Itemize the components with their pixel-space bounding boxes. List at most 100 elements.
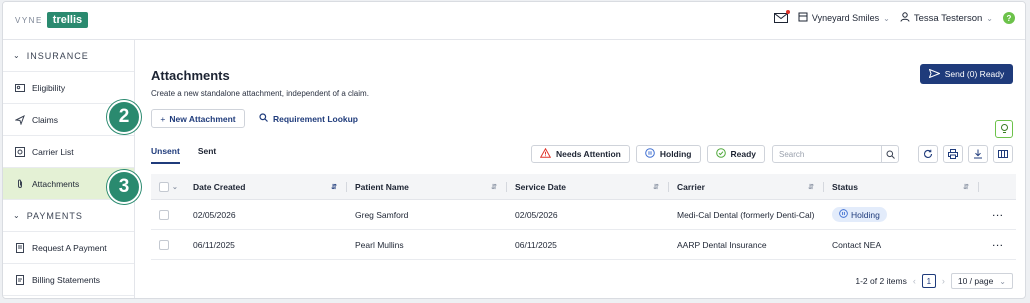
practice-name: Vyneyard Smiles [811,13,880,23]
column-label: Date Created [193,181,246,192]
column-header-service-date[interactable]: Service Date ⇵ [507,174,669,199]
page-size-select[interactable]: 10 / page ⌄ [950,273,1013,289]
row-checkbox[interactable] [159,209,169,220]
top-bar: VYNE trellis Vyneyard Smiles ⌄ Tessa Tes… [3,2,1025,40]
status-tabs: Unsent Sent [151,146,216,164]
page-title: Attachments [151,68,230,83]
user-icon [900,12,910,24]
more-icon[interactable]: ··· [979,230,1016,259]
chevron-left-icon[interactable]: ‹ [913,276,916,286]
send-ready-label: Send (0) Ready [944,69,1005,79]
requirement-lookup-label: Requirement Lookup [273,113,359,124]
row-select-cell [151,230,185,259]
pause-icon [645,148,655,160]
chevron-down-icon: ⌄ [999,276,1006,286]
filter-label: Ready [730,149,757,159]
table-row[interactable]: 02/05/2026 Greg Samford 02/05/2026 Medi-… [151,200,1016,230]
attachments-table: ⌄ Date Created ⇵ Patient Name ⇵ Service … [151,174,1016,260]
sidebar: ⌄ INSURANCE Eligibility Claims Carrier L… [3,40,135,298]
search-field[interactable]: Search [772,145,899,163]
check-circle-icon [715,148,726,160]
requirement-lookup-link[interactable]: Requirement Lookup [259,113,358,124]
sort-icon[interactable]: ⇵ [808,183,814,191]
search-icon[interactable] [881,146,898,162]
cell-service-date: 06/11/2025 [515,239,557,250]
sort-icon[interactable]: ⇵ [331,183,337,191]
column-label: Status [832,181,858,192]
sidebar-section-insurance[interactable]: ⌄ INSURANCE [3,40,134,72]
chevron-right-icon[interactable]: › [942,276,945,286]
column-header-patient-name[interactable]: Patient Name ⇵ [347,174,507,199]
user-menu[interactable]: Tessa Testerson ⌄ [900,12,993,24]
building-icon [798,12,808,24]
sidebar-item-billing-statements[interactable]: Billing Statements [3,264,134,296]
help-icon[interactable]: ? [1003,12,1015,24]
refresh-icon[interactable] [918,145,938,163]
print-icon[interactable] [943,145,963,163]
plus-icon: + [160,113,166,124]
cell-date-created: 02/05/2026 [193,209,236,220]
main-content: Attachments Create a new standalone atta… [135,40,1025,298]
step-marker: 2 [107,100,141,134]
sidebar-item-request-a-payment[interactable]: Request A Payment [3,232,134,264]
cell-carrier: Medi-Cal Dental (formerly Denti-Cal) [677,209,815,220]
chevron-down-icon[interactable]: ⌄ [172,183,178,191]
sort-icon[interactable]: ⇵ [653,183,659,191]
app-window: VYNE trellis Vyneyard Smiles ⌄ Tessa Tes… [2,1,1026,299]
sidebar-item-label: Eligibility [32,82,66,93]
row-checkbox[interactable] [159,239,169,250]
page-button[interactable]: 1 [921,274,936,288]
chevron-down-icon: ⌄ [986,13,993,23]
table-toolbar [918,145,1013,163]
table-row[interactable]: 06/11/2025 Pearl Mullins 06/11/2025 AARP… [151,230,1016,260]
status-filters: Needs Attention Holding Ready [531,145,766,163]
filter-needs-attention[interactable]: Needs Attention [531,145,630,163]
chevron-down-icon: ⌄ [13,211,21,220]
top-right-controls: Vyneyard Smiles ⌄ Tessa Testerson ⌄ ? [773,10,1015,24]
sort-icon[interactable]: ⇵ [963,183,969,191]
columns-icon[interactable] [993,145,1013,163]
sidebar-item-label: Request A Payment [32,242,107,253]
tab-unsent[interactable]: Unsent [151,146,180,164]
page-size-value: 10 / page [957,276,994,286]
document-icon [15,274,25,285]
column-header-carrier[interactable]: Carrier ⇵ [669,174,824,199]
mail-icon[interactable] [773,10,790,23]
cell-service-date: 02/05/2026 [515,209,558,220]
id-card-icon [15,83,25,93]
search-input[interactable]: Search [779,150,804,159]
tab-sent[interactable]: Sent [198,146,216,164]
sidebar-section-payments[interactable]: ⌄ PAYMENTS [3,200,134,232]
page-subtitle: Create a new standalone attachment, inde… [151,89,369,98]
download-icon[interactable] [968,145,988,163]
status-badge: Holding [832,207,887,222]
logo[interactable]: VYNE trellis [15,12,89,28]
row-select-cell [151,200,185,229]
sidebar-item-label: Attachments [32,178,80,189]
status-label: Holding [851,209,880,220]
sidebar-item-eligibility[interactable]: Eligibility [3,72,134,104]
sidebar-section-label: PAYMENTS [26,210,83,221]
sidebar-item-label: Claims [32,114,58,125]
table-header: ⌄ Date Created ⇵ Patient Name ⇵ Service … [151,174,1016,200]
practice-selector[interactable]: Vyneyard Smiles ⌄ [798,12,890,24]
filter-ready[interactable]: Ready [706,145,766,163]
logo-trellis-text: trellis [46,12,89,28]
column-label: Carrier [677,181,705,192]
warning-icon [539,147,552,160]
send-ready-button[interactable]: Send (0) Ready [920,64,1013,84]
column-header-status[interactable]: Status ⇵ [824,174,979,199]
lightbulb-icon[interactable] [995,120,1013,138]
sidebar-item-label: Carrier List [32,146,74,157]
filter-holding[interactable]: Holding [635,145,701,163]
select-all-checkbox[interactable] [159,181,169,192]
send-icon [928,68,941,80]
column-header-date-created[interactable]: Date Created ⇵ [185,174,347,199]
sort-icon[interactable]: ⇵ [491,183,497,191]
more-icon[interactable]: ··· [979,200,1016,229]
new-attachment-button[interactable]: + New Attachment [151,109,245,128]
sidebar-item-label: Billing Statements [32,274,101,285]
pause-icon [839,209,848,220]
sidebar-item-carrier-list[interactable]: Carrier List [3,136,134,168]
notification-dot [785,10,790,14]
